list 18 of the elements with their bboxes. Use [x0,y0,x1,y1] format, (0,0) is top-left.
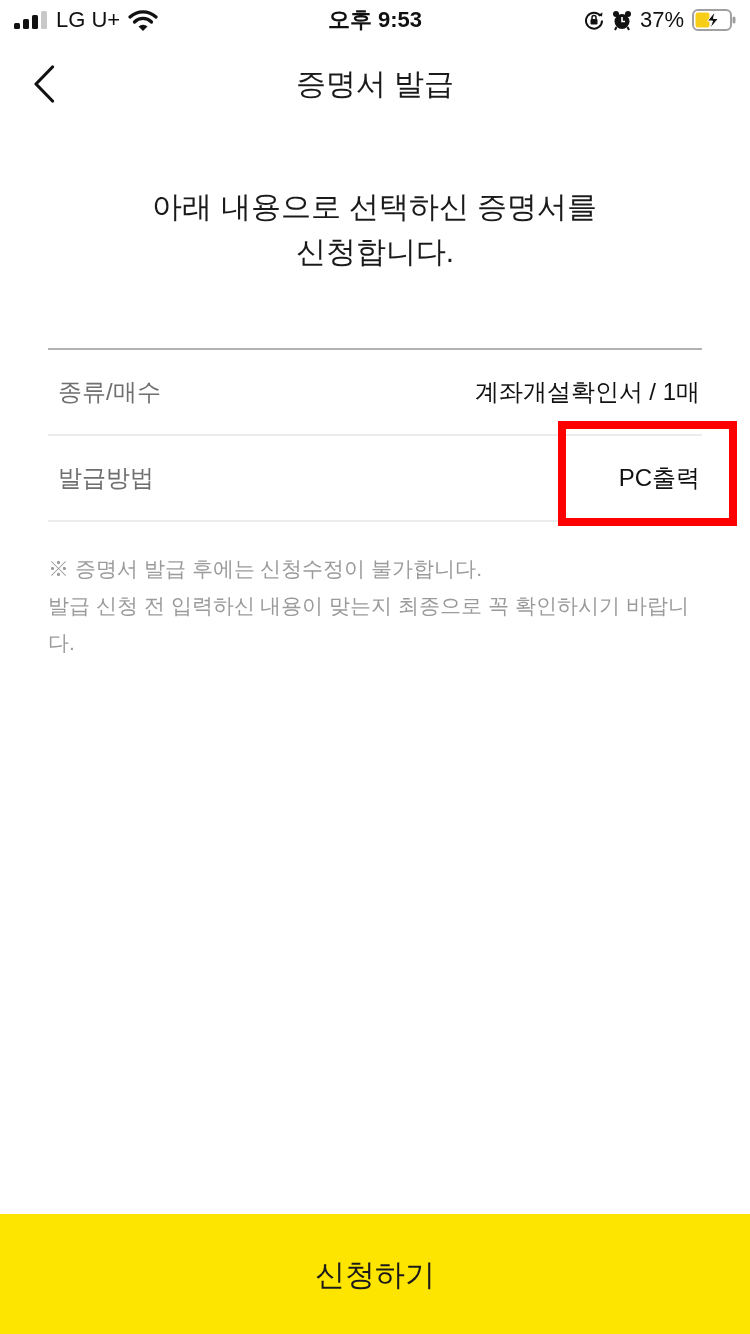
alarm-clock-icon [611,9,632,31]
wifi-icon [128,9,159,31]
signal-icon [14,11,48,29]
detail-value: PC출력 [618,464,700,491]
notice-text: ※ 증명서 발급 후에는 신청수정이 불가합니다. [48,556,483,582]
detail-value: 계좌개설확인서 / 1매 [474,378,700,405]
notice-text: 발급 신청 전 입력하신 내용이 맞는지 최종으로 꼭 확인하시기 바랍니다. [48,593,690,656]
rotation-lock-icon [583,10,604,30]
page-title: 증명서 발급 [295,66,455,102]
confirmation-heading: 아래 내용으로 선택하신 증명서를 신청합니다. [152,189,598,270]
carrier-name: LG U+ [56,7,121,33]
detail-label: 종류/매수 [58,377,161,407]
apply-button[interactable]: 신청하기 [0,1214,750,1334]
status-time: 오후 9:53 [327,7,423,33]
battery-percent: 37% [639,7,684,33]
back-icon [33,65,55,103]
detail-label: 발급방법 [58,463,154,493]
battery-charging-icon [692,9,736,31]
